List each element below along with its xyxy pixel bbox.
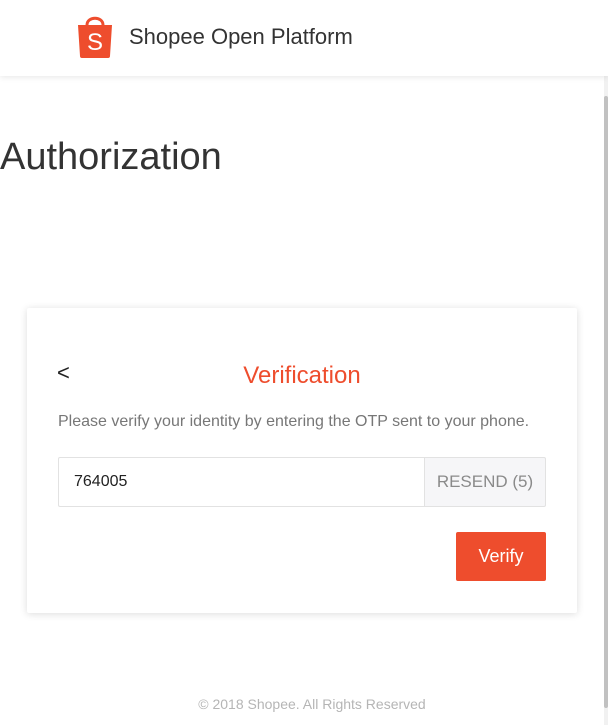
footer-copyright: © 2018 Shopee. All Rights Reserved (198, 696, 426, 712)
instruction-text: Please verify your identity by entering … (58, 413, 530, 430)
shopee-bag-icon[interactable]: S (75, 12, 115, 58)
otp-input[interactable] (58, 457, 424, 507)
scrollbar-thumb[interactable] (604, 96, 608, 708)
verification-title: Verification (243, 362, 361, 389)
logo-letter: S (87, 29, 103, 56)
page-title: Authorization (0, 136, 222, 178)
otp-row: RESEND (5) (58, 457, 546, 507)
top-header: S Shopee Open Platform (0, 0, 608, 76)
brand-name: Shopee Open Platform (129, 24, 353, 49)
resend-button[interactable]: RESEND (5) (424, 457, 546, 507)
verification-card: < Verification Please verify your identi… (27, 308, 577, 613)
verify-button[interactable]: Verify (456, 532, 546, 581)
